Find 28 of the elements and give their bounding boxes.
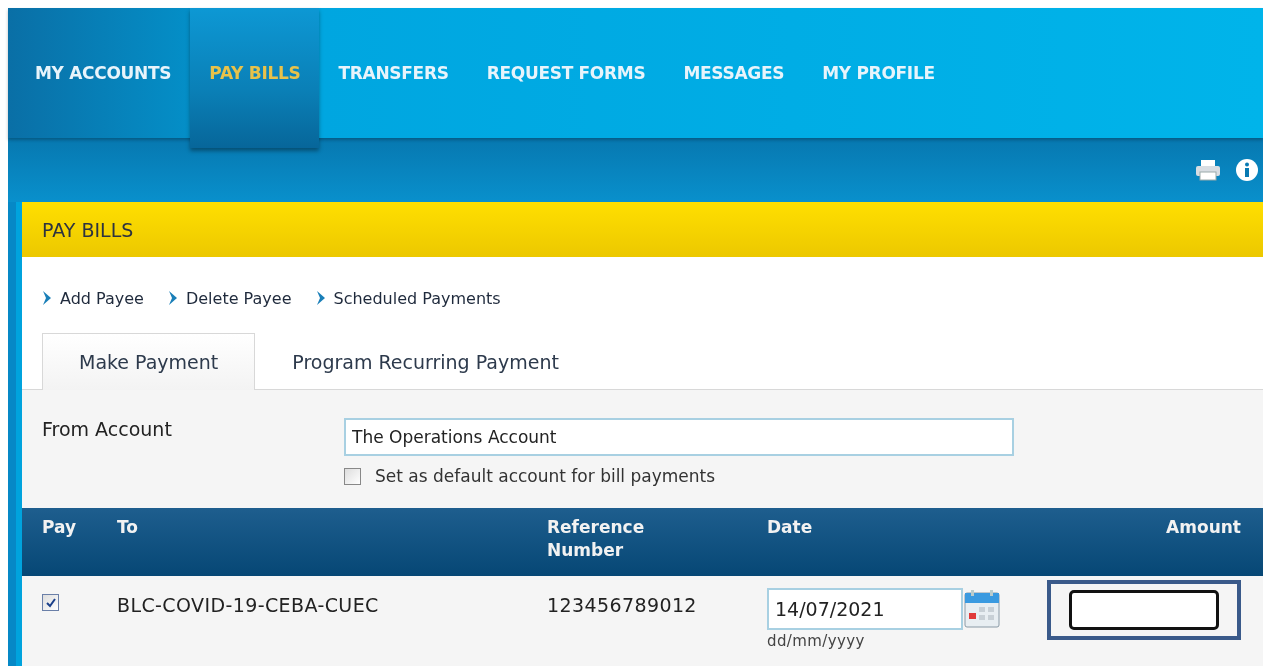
column-header: Date <box>767 517 813 537</box>
date-field[interactable]: 14/07/2021 <box>767 588 963 630</box>
action-link[interactable]: Scheduled Payments <box>315 283 501 313</box>
chevron-icon <box>315 290 326 306</box>
tab[interactable]: Make Payment <box>42 333 256 390</box>
calendar-icon[interactable] <box>963 589 1001 629</box>
amount-field[interactable] <box>1069 590 1219 630</box>
checkbox[interactable] <box>42 594 59 611</box>
checkbox[interactable] <box>344 467 361 485</box>
field-label: From Account <box>42 418 173 442</box>
nav-tab[interactable]: MY ACCOUNTS <box>16 8 191 138</box>
column-header: To <box>117 517 139 537</box>
action-link[interactable]: Delete Payee <box>167 283 292 313</box>
page-title: PAY BILLS <box>22 202 1263 257</box>
print-icon[interactable] <box>1195 159 1221 181</box>
account-field[interactable]: The Operations Account <box>344 418 1014 456</box>
chevron-icon <box>167 290 178 306</box>
tab[interactable]: Program Recurring Payment <box>255 333 596 390</box>
table-cell: BLC-COVID-19-CEBA-CUEC <box>117 594 379 616</box>
column-header: Reference Number <box>547 517 645 560</box>
column-header: Pay <box>42 517 77 537</box>
checkbox-label: Set as default account for bill payments <box>375 466 716 486</box>
chevron-icon <box>42 290 52 306</box>
date-format-hint: dd/mm/yyyy <box>767 632 866 650</box>
action-link[interactable]: Add Payee <box>42 283 144 313</box>
info-icon[interactable] <box>1235 158 1259 182</box>
table-cell: 123456789012 <box>547 594 697 616</box>
column-header: Amount <box>1166 517 1241 537</box>
